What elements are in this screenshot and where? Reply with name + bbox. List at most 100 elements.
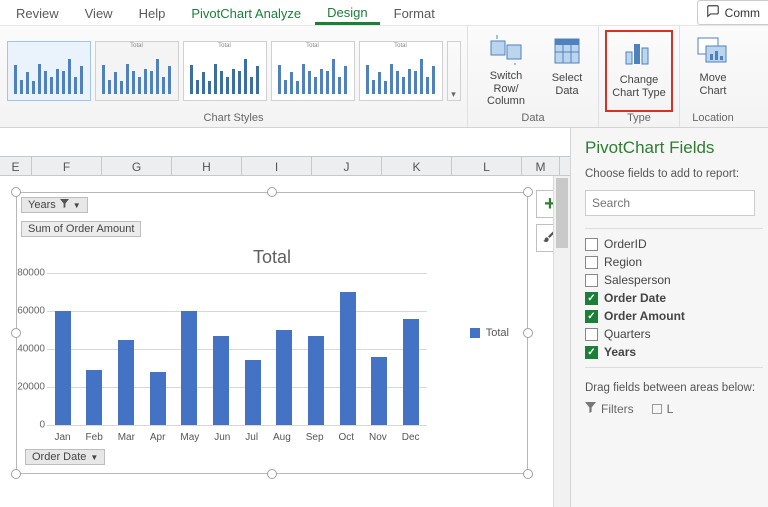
tab-help[interactable]: Help [127, 2, 178, 25]
field-label: Years [604, 345, 636, 359]
checkbox-icon[interactable] [585, 256, 598, 269]
bar[interactable] [86, 370, 102, 425]
chart-style-4[interactable]: Total [271, 41, 355, 101]
field-search-input[interactable] [585, 190, 755, 216]
column-header-M[interactable]: M [522, 157, 560, 175]
column-header-E[interactable]: E [0, 157, 32, 175]
field-order-date[interactable]: ✓ Order Date [585, 289, 763, 307]
field-label: Region [604, 255, 642, 269]
axis-field-order-date[interactable]: Order Date ▼ [25, 449, 105, 465]
select-data-button[interactable]: Select Data [542, 30, 592, 112]
taskpane-title: PivotChart Fields [585, 138, 768, 158]
y-tick-label: 40000 [17, 344, 45, 355]
bar[interactable] [276, 330, 292, 425]
vertical-scrollbar[interactable] [553, 176, 570, 507]
report-filter-years[interactable]: Years ▼ [21, 197, 88, 213]
bar[interactable] [181, 311, 197, 425]
bar[interactable] [308, 336, 324, 425]
x-tick-label: Oct [338, 432, 354, 443]
chart-title[interactable]: Total [17, 247, 527, 268]
x-tick-label: Dec [402, 432, 420, 443]
x-tick-label: Sep [306, 432, 324, 443]
tab-format[interactable]: Format [382, 2, 447, 25]
move-chart-icon [696, 34, 730, 68]
checkbox-icon[interactable] [585, 274, 598, 287]
checkbox-icon[interactable]: ✓ [585, 292, 598, 305]
field-list[interactable]: OrderID Region Salesperson ✓ Order Date ✓Orde… [585, 228, 763, 368]
column-header-F[interactable]: F [32, 157, 102, 175]
change-chart-type-button[interactable]: Change Chart Type [605, 30, 673, 112]
column-headers[interactable]: EFGHIJKLM [0, 156, 570, 176]
area-legend-header[interactable]: L [652, 402, 674, 416]
chevron-down-icon: ▼ [90, 453, 98, 462]
x-tick-label: Jul [245, 432, 258, 443]
chart-style-5[interactable]: Total [359, 41, 443, 101]
comment-icon [706, 4, 720, 21]
checkbox-icon[interactable] [585, 328, 598, 341]
field-label: OrderID [604, 237, 647, 251]
column-header-H[interactable]: H [172, 157, 242, 175]
resize-handle[interactable] [11, 469, 21, 479]
column-header-K[interactable]: K [382, 157, 452, 175]
chart-style-3[interactable]: Total [183, 41, 267, 101]
resize-handle[interactable] [523, 187, 533, 197]
resize-handle[interactable] [267, 187, 277, 197]
column-header-J[interactable]: J [312, 157, 382, 175]
x-tick-label: Nov [369, 432, 387, 443]
resize-handle[interactable] [523, 328, 533, 338]
checkbox-icon[interactable]: ✓ [585, 346, 598, 359]
x-tick-label: Feb [86, 432, 103, 443]
x-tick-label: May [180, 432, 199, 443]
bar[interactable] [150, 372, 166, 425]
plot-area[interactable]: 020000400006000080000 [47, 273, 427, 425]
x-tick-label: Jan [54, 432, 70, 443]
pivot-chart-object[interactable]: Years ▼ Sum of Order Amount Total 020000… [16, 192, 528, 474]
bar[interactable] [55, 311, 71, 425]
change-chart-type-icon [622, 36, 656, 70]
column-header-G[interactable]: G [102, 157, 172, 175]
bar[interactable] [371, 357, 387, 425]
field-label: Order Date [604, 291, 666, 305]
resize-handle[interactable] [267, 469, 277, 479]
bar[interactable] [403, 319, 419, 425]
area-filters-header[interactable]: Filters [585, 402, 634, 416]
bar[interactable] [213, 336, 229, 425]
comments-button[interactable]: Comm [697, 0, 768, 25]
field-salesperson[interactable]: Salesperson [585, 271, 763, 289]
field-quarters[interactable]: Quarters [585, 325, 763, 343]
bar[interactable] [118, 340, 134, 426]
checkbox-icon[interactable]: ✓ [585, 310, 598, 323]
x-tick-label: Jun [214, 432, 230, 443]
field-label: Quarters [604, 327, 651, 341]
taskpane-subtitle: Choose fields to add to report: [585, 168, 768, 180]
column-header-L[interactable]: L [452, 157, 522, 175]
checkbox-icon[interactable] [585, 238, 598, 251]
y-tick-label: 20000 [17, 382, 45, 393]
funnel-icon [585, 402, 596, 416]
tab-review[interactable]: Review [4, 2, 71, 25]
tab-pivotchart-analyze[interactable]: PivotChart Analyze [179, 2, 313, 25]
values-field-label[interactable]: Sum of Order Amount [21, 221, 141, 237]
resize-handle[interactable] [11, 328, 21, 338]
tab-design[interactable]: Design [315, 1, 379, 25]
chart-style-1[interactable] [7, 41, 91, 101]
chart-style-2[interactable]: Total [95, 41, 179, 101]
field-orderid[interactable]: OrderID [585, 235, 763, 253]
field-region[interactable]: Region [585, 253, 763, 271]
move-chart-button[interactable]: Move Chart [686, 30, 740, 112]
resize-handle[interactable] [523, 469, 533, 479]
column-header-I[interactable]: I [242, 157, 312, 175]
switch-row-column-button[interactable]: Switch Row/ Column [474, 30, 538, 112]
tab-view[interactable]: View [73, 2, 125, 25]
y-tick-label: 60000 [17, 306, 45, 317]
bar[interactable] [245, 360, 261, 425]
chevron-down-icon: ▼ [73, 201, 81, 210]
chart-legend[interactable]: Total [470, 327, 509, 339]
chart-styles-gallery[interactable]: Total Total Total Total ▾ [7, 30, 461, 112]
scrollbar-thumb[interactable] [556, 178, 568, 248]
field-years[interactable]: ✓ Years [585, 343, 763, 361]
bar[interactable] [340, 292, 356, 425]
gallery-more-button[interactable]: ▾ [447, 41, 461, 101]
field-order-amount[interactable]: ✓Order Amount [585, 307, 763, 325]
resize-handle[interactable] [11, 187, 21, 197]
